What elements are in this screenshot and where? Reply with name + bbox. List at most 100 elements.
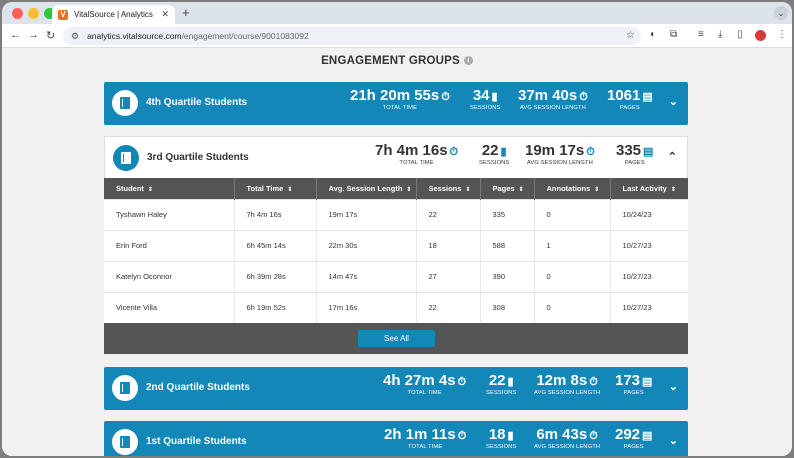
cell-pages: 588 — [480, 229, 535, 261]
cell-total-time: 6h 45m 14s — [234, 229, 317, 261]
page-title: ENGAGEMENT GROUPS i — [2, 55, 792, 67]
cell-sessions: 22 — [416, 291, 481, 323]
puzzle-extensions-icon[interactable]: ⧉ — [670, 29, 677, 40]
cell-annotations: 0 — [534, 291, 611, 323]
pages-stat: 173 ▤ PAGES — [615, 372, 653, 396]
extension-icon[interactable]: ◐ — [650, 29, 656, 40]
total-time-stat: 2h 1m 11s ⏱ TOTAL TIME — [384, 426, 467, 450]
avg-session-stat: 19m 17s ⏱ AVG SESSION LENGTH — [525, 142, 595, 166]
media-queue-icon[interactable]: ≡ — [698, 29, 704, 40]
table-row[interactable]: Katelyn Oconnor 6h 39m 28s 14m 47s 27 390 0 10… — [104, 260, 688, 292]
new-tab-plus-icon[interactable]: + — [182, 5, 190, 20]
group-name: 3rd Quartile Students — [147, 152, 249, 163]
minimize-window-button[interactable] — [28, 8, 39, 19]
avg-session-stat: 37m 40s ⏱ AVG SESSION LENGTH — [518, 87, 588, 111]
cell-sessions: 22 — [416, 198, 481, 230]
see-all-button[interactable]: See All — [358, 330, 435, 347]
side-panel-icon[interactable]: ▯ — [737, 29, 743, 40]
column-header-total-time[interactable]: Total Time ⇕ — [234, 178, 317, 199]
group-1st-quartile[interactable]: 1st Quartile Students 2h 1m 11s ⏱ TOTAL TI… — [104, 421, 688, 456]
forward-arrow-icon[interactable]: → — [28, 29, 39, 41]
column-header-annotations[interactable]: Annotations ⇕ — [534, 178, 611, 199]
sort-icon: ⇕ — [594, 186, 600, 193]
document-icon: ▤ — [643, 146, 654, 158]
bookmark-icon: ▮ — [491, 91, 498, 103]
cell-pages: 335 — [480, 198, 535, 230]
cell-avg-session: 14m 47s — [316, 260, 417, 292]
total-time-stat: 7h 4m 16s ⏱ TOTAL TIME — [375, 142, 459, 166]
cell-sessions: 27 — [416, 260, 481, 292]
close-window-button[interactable] — [12, 8, 23, 19]
bookmark-icon: ▮ — [500, 146, 507, 158]
tab-title: VitalSource | Analytics — [74, 10, 153, 19]
group-name: 1st Quartile Students — [146, 436, 247, 447]
cell-student: Katelyn Oconnor — [104, 260, 235, 292]
cell-annotations: 0 — [534, 260, 611, 292]
chevron-down-icon[interactable]: ⌄ — [774, 6, 788, 20]
pages-stat: 292 ▤ PAGES — [615, 426, 653, 450]
pages-stat: 1061 ▤ PAGES — [607, 87, 653, 111]
sessions-stat: 22 ▮ SESSIONS — [479, 142, 510, 166]
page-content: ENGAGEMENT GROUPS i 4th Quartile Students… — [2, 49, 792, 456]
profile-avatar-icon[interactable] — [755, 30, 766, 41]
group-2nd-quartile[interactable]: 2nd Quartile Students 4h 27m 4s ⏱ TOTAL TI… — [104, 367, 688, 410]
column-header-sessions[interactable]: Sessions ⇕ — [416, 178, 481, 199]
pages-stat: 335 ▤ PAGES — [616, 142, 654, 166]
chevron-up-icon[interactable]: ⌃ — [668, 150, 677, 163]
cell-last-activity: 10/27/23 — [610, 291, 688, 323]
site-settings-icon[interactable]: ⚙ — [71, 31, 79, 42]
cell-student: Erin Ford — [104, 229, 235, 261]
table-header-row: Student ⇕ Total Time ⇕ Avg. Session Length… — [104, 178, 688, 199]
sessions-stat: 34 ▮ SESSIONS — [470, 87, 501, 111]
cell-pages: 390 — [480, 260, 535, 292]
chevron-down-icon[interactable]: ⌄ — [669, 434, 678, 447]
info-icon[interactable]: i — [463, 56, 473, 66]
group-name: 4th Quartile Students — [146, 97, 248, 108]
sort-icon: ⇕ — [670, 186, 676, 193]
document-icon: ▤ — [642, 430, 653, 442]
column-header-last-activity[interactable]: Last Activity ⇕ — [610, 178, 688, 199]
cell-total-time: 6h 19m 52s — [234, 291, 317, 323]
total-time-stat: 4h 27m 4s ⏱ TOTAL TIME — [383, 372, 467, 396]
sort-icon: ⇕ — [518, 186, 524, 193]
more-menu-icon[interactable]: ⋮ — [777, 29, 787, 40]
column-header-avg-session[interactable]: Avg. Session Length ⇕ — [316, 178, 417, 199]
chevron-down-icon[interactable]: ⌄ — [669, 95, 678, 108]
sessions-stat: 22 ▮ SESSIONS — [486, 372, 517, 396]
bookmark-star-icon[interactable]: ☆ — [626, 30, 635, 41]
cell-last-activity: 10/24/23 — [610, 198, 688, 230]
cell-pages: 308 — [480, 291, 535, 323]
table-row[interactable]: Erin Ford 6h 45m 14s 22m 30s 18 588 1 10/27/23 — [104, 229, 688, 261]
table-row[interactable]: Tyshawn Haley 7h 4m 16s 19m 17s 22 335 0 10/24… — [104, 198, 688, 230]
reload-icon[interactable]: ↻ — [46, 29, 55, 42]
cell-avg-session: 22m 30s — [316, 229, 417, 261]
browser-toolbar: ← → ↻ ⚙ analytics.vitalsource.com/engage… — [2, 24, 792, 48]
stopwatch-icon: ⏱ — [457, 430, 467, 442]
stopwatch-icon: ⏱ — [589, 430, 598, 442]
back-arrow-icon[interactable]: ← — [10, 29, 21, 41]
document-icon: ▤ — [642, 376, 653, 388]
download-icon[interactable]: ⤓ — [718, 29, 722, 40]
sort-icon: ⇕ — [287, 186, 293, 193]
group-3rd-quartile[interactable]: 3rd Quartile Students 7h 4m 16s ⏱ TOTAL TI… — [104, 136, 688, 179]
cell-avg-session: 17m 16s — [316, 291, 417, 323]
cell-student: Tyshawn Haley — [104, 198, 235, 230]
chevron-down-icon[interactable]: ⌄ — [669, 380, 678, 393]
group-4th-quartile[interactable]: 4th Quartile Students 21h 20m 55s ⏱ TOTAL … — [104, 82, 688, 125]
document-icon: ▤ — [642, 91, 653, 103]
book-icon — [112, 375, 138, 401]
cell-total-time: 6h 39m 28s — [234, 260, 317, 292]
url-text: analytics.vitalsource.com/engagement/cou… — [87, 31, 309, 41]
column-header-pages[interactable]: Pages ⇕ — [480, 178, 535, 199]
cell-avg-session: 19m 17s — [316, 198, 417, 230]
browser-tab[interactable]: V VitalSource | Analytics ✕ — [52, 5, 175, 24]
column-header-student[interactable]: Student ⇕ — [104, 178, 235, 199]
address-bar[interactable]: ⚙ analytics.vitalsource.com/engagement/c… — [63, 27, 641, 45]
stopwatch-icon: ⏱ — [586, 146, 595, 158]
bookmark-icon: ▮ — [507, 430, 514, 442]
close-icon[interactable]: ✕ — [161, 9, 169, 20]
cell-student: Vicente Villa — [104, 291, 235, 323]
avg-session-stat: 6m 43s ⏱ AVG SESSION LENGTH — [534, 426, 601, 450]
table-row[interactable]: Vicente Villa 6h 19m 52s 17m 16s 22 308 0 10/2… — [104, 291, 688, 323]
total-time-stat: 21h 20m 55s ⏱ TOTAL TIME — [350, 87, 450, 111]
